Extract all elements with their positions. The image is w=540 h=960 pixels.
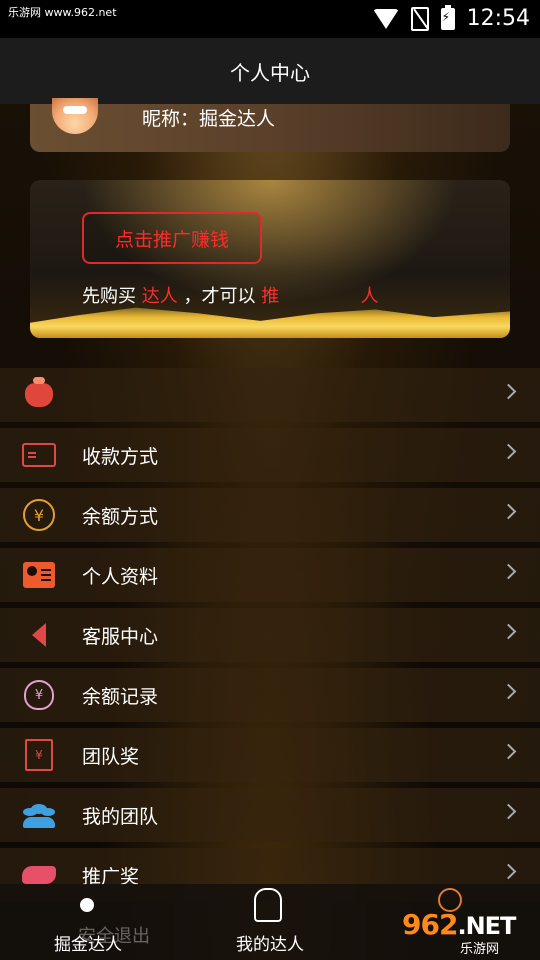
nav-tab-my-daren[interactable]: 我的达人 xyxy=(210,884,330,960)
menu-item-my-team[interactable]: 我的团队 xyxy=(0,788,540,842)
promo-highlight-tui: 推 xyxy=(261,286,280,307)
money-bag-icon xyxy=(22,377,56,411)
team-icon xyxy=(22,799,56,831)
status-time: 12:54 xyxy=(466,6,530,31)
app-header: 个人中心 xyxy=(0,38,540,104)
status-icons: 12:54 xyxy=(372,4,530,31)
speaker-icon xyxy=(22,619,56,651)
promo-highlight-ren: 人 xyxy=(360,286,379,307)
page-title: 个人中心 xyxy=(230,60,310,85)
status-bar: 乐游网 www.962.net 12:54 xyxy=(0,0,540,38)
menu-item-customer-service[interactable]: 客服中心 xyxy=(0,608,540,662)
chevron-right-icon xyxy=(500,803,517,820)
menu-item-label: 我的团队 xyxy=(82,806,159,828)
watermark-text: 乐游网 www.962.net xyxy=(6,4,119,20)
menu-item-label: 收款方式 xyxy=(82,446,159,468)
chevron-right-icon xyxy=(500,743,517,760)
promo-banner[interactable]: 点击推广赚钱 先购买 达人 ，才可以 推 人 xyxy=(30,180,510,338)
promo-text-middle: ，才可以 xyxy=(183,286,256,307)
menu-item-label: 余额方式 xyxy=(82,506,159,528)
menu-item-label: 个人资料 xyxy=(82,566,159,588)
wifi-icon xyxy=(372,8,399,29)
menu-item-balance-method[interactable]: ¥ 余额方式 xyxy=(0,488,540,542)
profile-card[interactable]: 昵称：掘金达人 xyxy=(30,98,510,152)
promo-text-prefix: 先购买 xyxy=(82,286,136,307)
menu-item-label: 团队奖 xyxy=(82,746,140,768)
promote-earn-button[interactable]: 点击推广赚钱 xyxy=(82,212,262,264)
user-check-icon xyxy=(254,888,282,922)
menu-item-wallet[interactable] xyxy=(0,368,540,422)
chevron-right-icon xyxy=(500,443,517,460)
menu-item-label: 余额记录 xyxy=(82,686,159,708)
menu-item-profile[interactable]: 个人资料 xyxy=(0,548,540,602)
site-logo: 962.NET 乐游网 xyxy=(402,908,532,957)
chevron-right-icon xyxy=(500,683,517,700)
yen-coin-icon: ¥ xyxy=(22,499,56,531)
menu-item-payment-method[interactable]: 收款方式 xyxy=(0,428,540,482)
menu-item-balance-records[interactable]: ¥ 余额记录 xyxy=(0,668,540,722)
nav-tab-label: 我的达人 xyxy=(236,935,304,955)
promo-highlight-daren: 达人 xyxy=(141,286,178,307)
menu-item-team-reward[interactable]: ¥ 团队奖 xyxy=(0,728,540,782)
logout-button[interactable]: 安全退出 xyxy=(78,922,150,948)
site-logo-text: 962.NET xyxy=(402,908,516,941)
site-logo-subtext: 乐游网 xyxy=(460,942,500,957)
battery-charging-icon xyxy=(440,4,455,30)
home-icon xyxy=(80,898,94,912)
chevron-right-icon xyxy=(500,863,517,880)
money-pouch-icon: ¥ xyxy=(22,679,56,711)
chevron-right-icon xyxy=(500,623,517,640)
chevron-right-icon xyxy=(500,563,517,580)
promo-text: 先购买 达人 ，才可以 推 人 xyxy=(82,282,379,308)
no-sim-icon xyxy=(410,6,429,31)
chevron-right-icon xyxy=(500,503,517,520)
menu-item-label: 客服中心 xyxy=(82,626,159,648)
nickname: 昵称：掘金达人 xyxy=(142,108,276,130)
avatar[interactable] xyxy=(52,98,98,134)
gift-icon: ¥ xyxy=(22,739,56,771)
id-card-icon xyxy=(22,559,56,591)
menu-list: 收款方式 ¥ 余额方式 个人资料 客服中心 ¥ 余额记录 ¥ 团队奖 我的团队 … xyxy=(0,368,540,908)
card-icon xyxy=(22,439,56,471)
chevron-right-icon xyxy=(500,383,517,400)
